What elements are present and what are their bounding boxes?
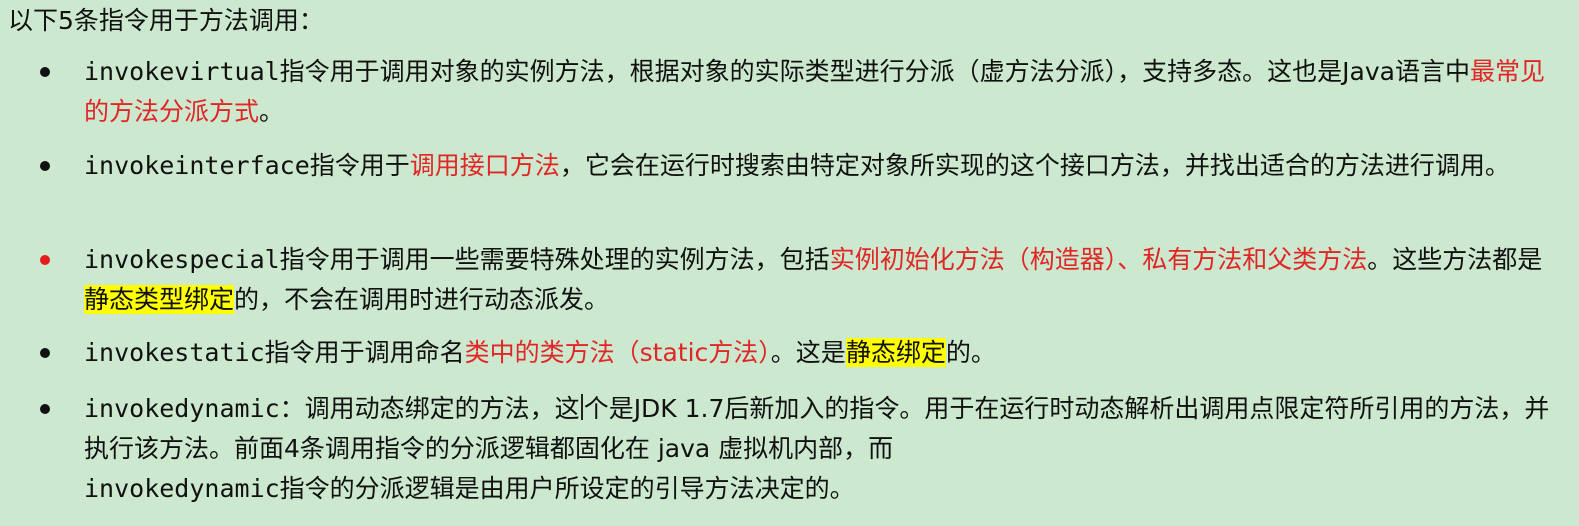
emphasis-text: 实例初始化方法（构造器）、私有方法和父类方法 (829, 245, 1368, 274)
instruction-name: invokedynamic (84, 394, 280, 423)
instruction-name: invokevirtual (84, 57, 280, 86)
emphasis-text: 类中的类方法（static方法） (464, 338, 771, 367)
highlighted-text: 静态绑定 (845, 338, 946, 367)
list-item-invokestatic: invokestatic指令用于调用命名类中的类方法（static方法）。这是静… (40, 333, 1564, 373)
description-text: 。 (259, 97, 285, 126)
instruction-name: invokespecial (84, 245, 280, 274)
list-item-invokeinterface: invokeinterface指令用于调用接口方法，它会在运行时搜索由特定对象所… (40, 146, 1564, 186)
bullet-icon (40, 255, 50, 265)
description-text: 指令的分派逻辑是由用户所设定的引导方法决定的。 (279, 474, 855, 503)
bullet-icon (40, 348, 50, 358)
bullet-icon (40, 161, 50, 171)
description-text: 。这些方法都是 (1367, 245, 1543, 274)
description-text: ，它会在运行时搜索由特定对象所实现的这个接口方法，并找出适合的方法进行调用。 (559, 151, 1510, 180)
description-text: 指令用于 (309, 151, 410, 180)
list-item-invokedynamic: invokedynamic：调用动态绑定的方法，这 个是JDK 1.7后新加入的指… (40, 389, 1564, 509)
list-item-invokevirtual: invokevirtual指令用于调用对象的实例方法，根据对象的实际类型进行分派… (40, 52, 1564, 132)
bullet-icon (40, 67, 50, 77)
instruction-name: invokedynamic (84, 474, 280, 503)
description-text: 的，不会在调用时进行动态派发。 (234, 285, 610, 314)
description-text: 指令用于调用命名 (264, 338, 465, 367)
description-text: ：调用动态绑定的方法，这 (279, 394, 580, 423)
emphasis-text: 调用接口方法 (409, 151, 560, 180)
description-text: 的。 (945, 338, 996, 367)
description-text: 。这是 (770, 338, 846, 367)
description-text: 指令用于调用对象的实例方法，根据对象的实际类型进行分派（虚方法分派），支持多态。… (279, 57, 1470, 86)
text-cursor-icon (580, 394, 583, 420)
instruction-name: invokeinterface (84, 151, 310, 180)
bullet-icon (40, 404, 50, 414)
instruction-name: invokestatic (84, 338, 265, 367)
intro-text: 以下5条指令用于方法调用： (8, 6, 324, 35)
description-text: 指令用于调用一些需要特殊处理的实例方法，包括 (279, 245, 830, 274)
highlighted-text: 静态类型绑定 (84, 285, 235, 314)
list-item-invokespecial: invokespecial指令用于调用一些需要特殊处理的实例方法，包括实例初始化… (40, 240, 1564, 320)
